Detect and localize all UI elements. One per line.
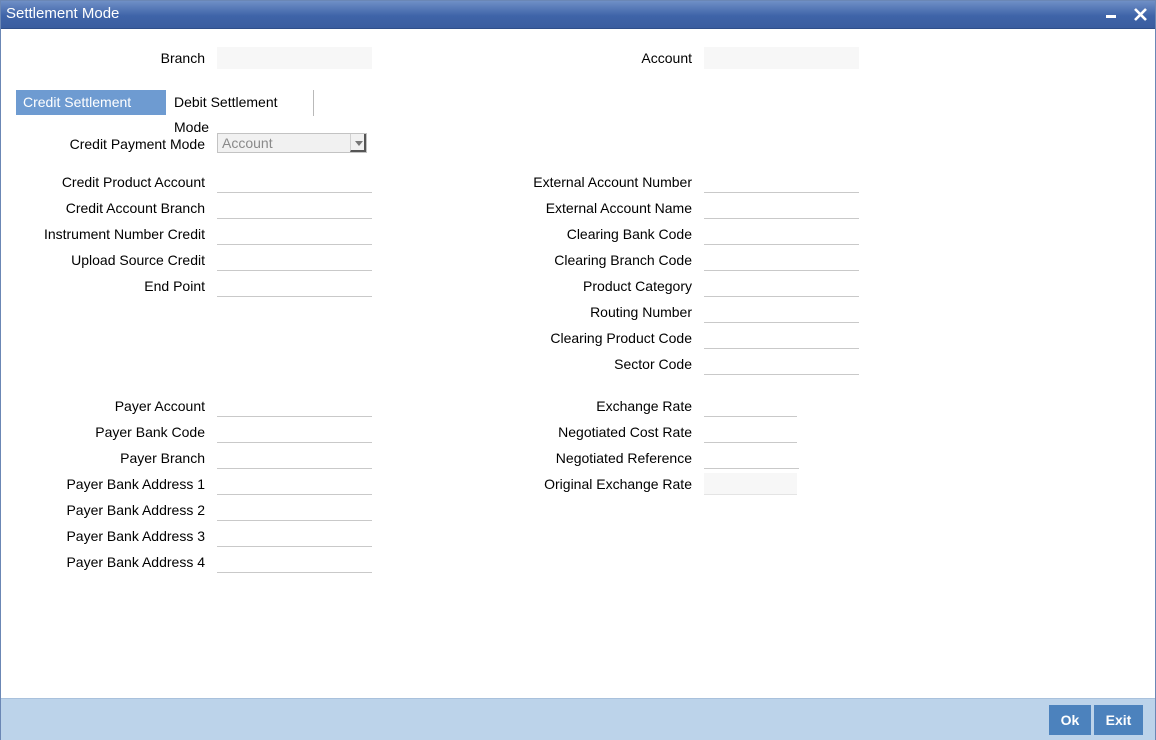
chevron-down-icon[interactable]	[350, 134, 366, 152]
clearing-bank-code-field[interactable]	[704, 223, 859, 245]
credit-payment-mode-value: Account	[222, 135, 273, 151]
account-label: Account	[641, 50, 692, 66]
tab-debit-settlement-mode[interactable]: Debit Settlement Mode	[167, 90, 313, 135]
payer-account-field[interactable]	[217, 395, 372, 417]
external-account-number-label: External Account Number	[533, 174, 692, 190]
account-field[interactable]	[704, 47, 859, 69]
credit-payment-mode-select[interactable]: Account	[217, 133, 367, 153]
payer-bank-address-2-label: Payer Bank Address 2	[66, 502, 205, 518]
ok-button[interactable]: Ok	[1049, 705, 1091, 735]
original-exchange-rate-field[interactable]	[704, 473, 797, 495]
footer-bar: Ok Exit	[1, 698, 1155, 740]
exit-button[interactable]: Exit	[1094, 705, 1143, 735]
original-exchange-rate-label: Original Exchange Rate	[544, 476, 692, 492]
payer-bank-address-3-label: Payer Bank Address 3	[66, 528, 205, 544]
payer-branch-field[interactable]	[217, 447, 372, 469]
credit-product-account-label: Credit Product Account	[61, 174, 205, 190]
credit-product-account-field[interactable]	[217, 171, 372, 193]
sector-code-field[interactable]	[704, 353, 859, 375]
clearing-branch-code-label: Clearing Branch Code	[554, 252, 692, 268]
negotiated-reference-field[interactable]	[704, 447, 799, 469]
credit-account-branch-field[interactable]	[217, 197, 372, 219]
payer-account-label: Payer Account	[114, 398, 205, 414]
payer-bank-address-1-field[interactable]	[217, 473, 372, 495]
clearing-bank-code-label: Clearing Bank Code	[566, 226, 692, 242]
clearing-product-code-label: Clearing Product Code	[550, 330, 692, 346]
instrument-number-credit-label: Instrument Number Credit	[43, 226, 205, 242]
upload-source-credit-label: Upload Source Credit	[71, 252, 205, 268]
tab-divider	[313, 90, 314, 116]
credit-payment-mode-label: Credit Payment Mode	[69, 136, 205, 152]
clearing-branch-code-field[interactable]	[704, 249, 859, 271]
tab-credit-settlement-mode[interactable]: Credit Settlement Mode	[16, 90, 166, 135]
branch-label: Branch	[160, 50, 205, 66]
external-account-number-field[interactable]	[704, 171, 859, 193]
payer-bank-address-2-field[interactable]	[217, 499, 372, 521]
end-point-label: End Point	[144, 278, 205, 294]
product-category-field[interactable]	[704, 275, 859, 297]
payer-bank-address-1-label: Payer Bank Address 1	[66, 476, 205, 492]
payer-bank-code-label: Payer Bank Code	[95, 424, 205, 440]
close-icon[interactable]	[1131, 5, 1151, 25]
title-bar: Settlement Mode	[1, 1, 1155, 29]
external-account-name-label: External Account Name	[545, 200, 692, 216]
product-category-label: Product Category	[583, 278, 692, 294]
end-point-field[interactable]	[217, 275, 372, 297]
negotiated-cost-rate-field[interactable]	[704, 421, 797, 443]
credit-account-branch-label: Credit Account Branch	[65, 200, 205, 216]
external-account-name-field[interactable]	[704, 197, 859, 219]
settlement-mode-window: Settlement Mode Branch Account Credit Se…	[0, 0, 1156, 740]
routing-number-label: Routing Number	[590, 304, 692, 320]
exchange-rate-field[interactable]	[704, 395, 797, 417]
upload-source-credit-field[interactable]	[217, 249, 372, 271]
payer-bank-address-3-field[interactable]	[217, 525, 372, 547]
minimize-icon[interactable]	[1102, 5, 1122, 25]
payer-bank-address-4-label: Payer Bank Address 4	[66, 554, 205, 570]
window-title: Settlement Mode	[6, 5, 120, 22]
payer-branch-label: Payer Branch	[120, 450, 205, 466]
sector-code-label: Sector Code	[614, 356, 692, 372]
exchange-rate-label: Exchange Rate	[596, 398, 692, 414]
payer-bank-code-field[interactable]	[217, 421, 372, 443]
negotiated-reference-label: Negotiated Reference	[555, 450, 692, 466]
payer-bank-address-4-field[interactable]	[217, 551, 372, 573]
clearing-product-code-field[interactable]	[704, 327, 859, 349]
instrument-number-credit-field[interactable]	[217, 223, 372, 245]
negotiated-cost-rate-label: Negotiated Cost Rate	[558, 424, 692, 440]
routing-number-field[interactable]	[704, 301, 859, 323]
branch-field[interactable]	[217, 47, 372, 69]
